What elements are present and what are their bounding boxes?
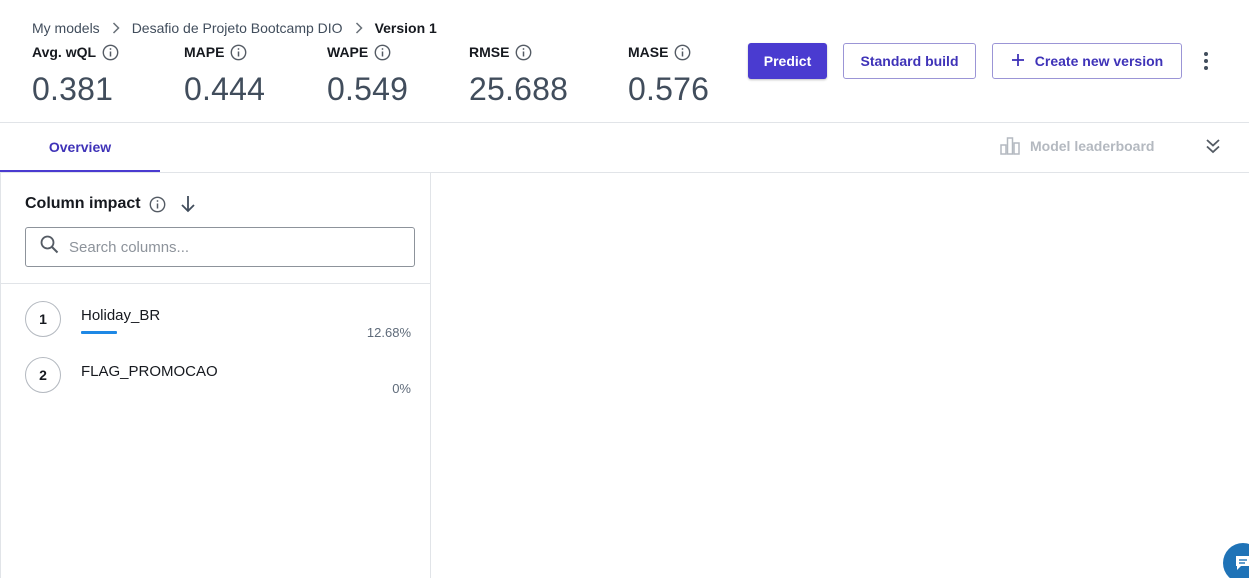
info-icon[interactable] [230,44,247,61]
metric-value: 0.576 [628,71,710,107]
rank-badge: 2 [25,357,61,393]
metric-wape: WAPE 0.549 [327,43,408,108]
leaderboard-label: Model leaderboard [1030,138,1155,154]
rank-badge: 1 [25,301,61,337]
metric-mape: MAPE 0.444 [184,43,265,108]
column-name: FLAG_PROMOCAO [81,363,218,380]
metric-label: MAPE [184,44,225,60]
info-icon[interactable] [674,44,691,61]
breadcrumb-my-models[interactable]: My models [32,20,100,36]
breadcrumb-project[interactable]: Desafio de Projeto Bootcamp DIO [132,20,343,36]
list-item[interactable]: 2 FLAG_PROMOCAO 0% [25,357,415,407]
impact-percent: 0% [392,381,411,396]
chat-icon[interactable] [1223,543,1249,578]
info-icon[interactable] [102,44,119,61]
create-new-version-label: Create new version [1034,53,1164,69]
breadcrumb-current: Version 1 [374,20,437,36]
bar-chart-icon [1000,137,1020,155]
list-item[interactable]: 1 Holiday_BR 12.68% [25,301,415,351]
sort-arrow-down-icon[interactable] [180,195,196,213]
metric-label: RMSE [469,44,510,60]
info-icon[interactable] [515,44,532,61]
standard-build-button[interactable]: Standard build [843,43,976,79]
metric-value: 0.444 [184,71,266,107]
impact-bar [81,331,117,334]
breadcrumb: My models Desafio de Projeto Bootcamp DI… [32,20,437,36]
info-icon[interactable] [374,44,391,61]
search-columns-input[interactable] [69,238,389,256]
tab-overview[interactable]: Overview [0,123,160,172]
chevron-right-icon [355,22,363,34]
search-box [25,227,415,267]
plus-icon [1011,51,1025,71]
metric-value: 0.549 [327,71,409,107]
double-chevron-down-icon[interactable] [1205,137,1221,155]
metric-value: 0.381 [32,71,114,107]
tab-model-leaderboard: Model leaderboard [1000,137,1154,155]
predict-button[interactable]: Predict [748,43,827,79]
header: My models Desafio de Projeto Bootcamp DI… [0,0,1249,123]
metric-mase: MASE 0.576 [628,43,709,108]
column-impact-panel: Column impact 1 Holiday_BR 12.68% 2 FLAG… [0,173,431,578]
metric-label: MASE [628,44,669,60]
metric-value: 25.688 [469,71,569,107]
metric-label: WAPE [327,44,369,60]
info-icon[interactable] [149,196,166,213]
impact-percent: 12.68% [366,325,411,340]
metric-label: Avg. wQL [32,44,97,60]
metric-avg-wql: Avg. wQL 0.381 [32,43,119,108]
divider [1,283,431,284]
column-impact-header: Column impact [25,195,196,213]
search-icon [40,235,59,259]
tab-bar: Overview Model leaderboard [0,123,1249,173]
create-new-version-button[interactable]: Create new version [992,43,1182,79]
panel-title: Column impact [25,195,141,212]
chevron-right-icon [112,22,120,34]
more-options-icon[interactable] [1196,50,1216,72]
column-name: Holiday_BR [81,307,161,324]
metric-rmse: RMSE 25.688 [469,43,568,108]
